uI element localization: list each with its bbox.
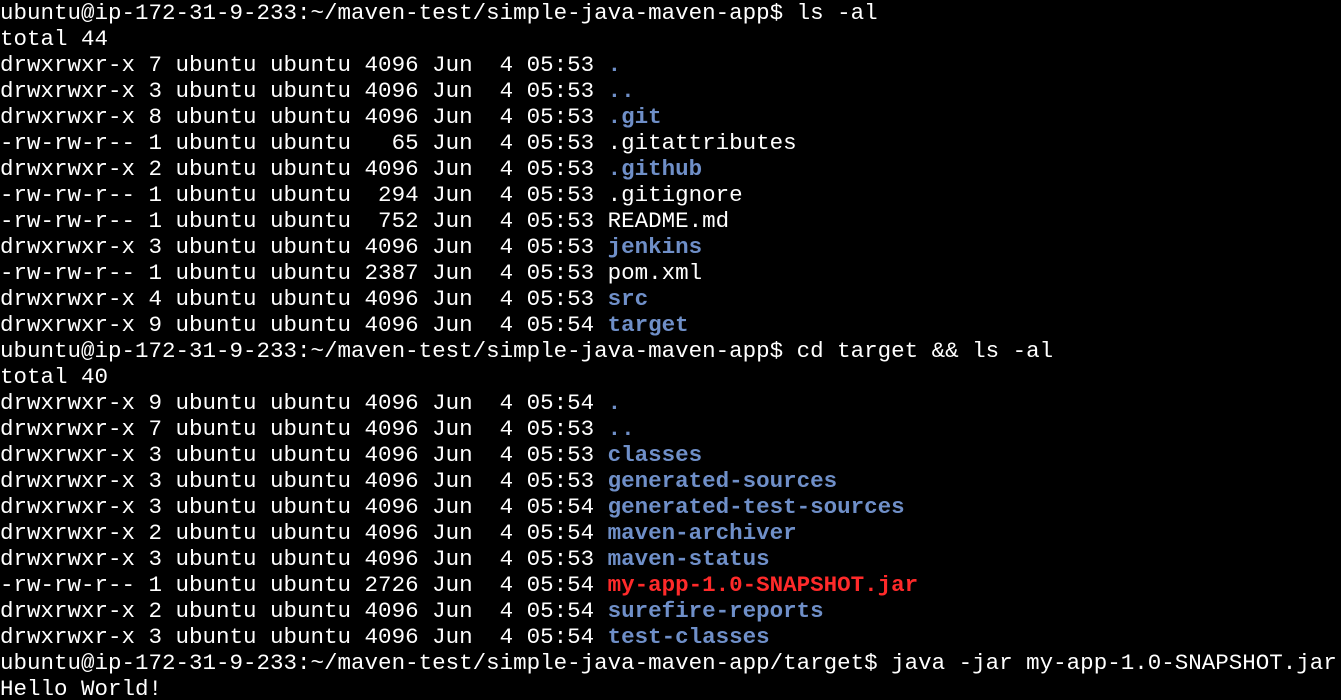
- directory-name: maven-status: [607, 546, 770, 572]
- shell-command: ls -al: [796, 0, 878, 26]
- file-metadata: -rw-rw-r-- 1 ubuntu ubuntu 2726 Jun 4 05…: [0, 572, 608, 598]
- listing-row: drwxrwxr-x 7 ubuntu ubuntu 4096 Jun 4 05…: [0, 52, 1341, 78]
- directory-name: generated-test-sources: [607, 494, 905, 520]
- directory-name: src: [607, 286, 649, 312]
- output-text: total 40: [0, 364, 109, 390]
- directory-name: test-classes: [607, 624, 770, 650]
- file-metadata: drwxrwxr-x 3 ubuntu ubuntu 4096 Jun 4 05…: [0, 234, 608, 260]
- listing-row: drwxrwxr-x 3 ubuntu ubuntu 4096 Jun 4 05…: [0, 494, 1341, 520]
- directory-name: .: [607, 52, 622, 78]
- file-metadata: drwxrwxr-x 9 ubuntu ubuntu 4096 Jun 4 05…: [0, 390, 608, 416]
- file-metadata: -rw-rw-r-- 1 ubuntu ubuntu 752 Jun 4 05:…: [0, 208, 608, 234]
- listing-row: drwxrwxr-x 3 ubuntu ubuntu 4096 Jun 4 05…: [0, 234, 1341, 260]
- shell-prompt: ubuntu@ip-172-31-9-233:~/maven-test/simp…: [0, 650, 892, 676]
- directory-name: .: [607, 390, 622, 416]
- file-metadata: -rw-rw-r-- 1 ubuntu ubuntu 2387 Jun 4 05…: [0, 260, 608, 286]
- listing-row: -rw-rw-r-- 1 ubuntu ubuntu 2726 Jun 4 05…: [0, 572, 1341, 598]
- shell-command: cd target && ls -al: [796, 338, 1054, 364]
- output-line: Hello World!: [0, 676, 1341, 700]
- file-name: README.md: [607, 208, 730, 234]
- terminal-window[interactable]: ubuntu@ip-172-31-9-233:~/maven-test/simp…: [0, 0, 1341, 700]
- listing-row: drwxrwxr-x 7 ubuntu ubuntu 4096 Jun 4 05…: [0, 416, 1341, 442]
- listing-row: drwxrwxr-x 8 ubuntu ubuntu 4096 Jun 4 05…: [0, 104, 1341, 130]
- file-name: .gitignore: [607, 182, 743, 208]
- directory-name: .git: [607, 104, 662, 130]
- directory-name: classes: [607, 442, 703, 468]
- file-metadata: drwxrwxr-x 2 ubuntu ubuntu 4096 Jun 4 05…: [0, 598, 608, 624]
- file-metadata: drwxrwxr-x 7 ubuntu ubuntu 4096 Jun 4 05…: [0, 416, 608, 442]
- output-line: total 40: [0, 364, 1341, 390]
- directory-name: generated-sources: [607, 468, 838, 494]
- file-name: my-app-1.0-SNAPSHOT.jar: [607, 572, 919, 598]
- file-metadata: drwxrwxr-x 8 ubuntu ubuntu 4096 Jun 4 05…: [0, 104, 608, 130]
- file-metadata: drwxrwxr-x 3 ubuntu ubuntu 4096 Jun 4 05…: [0, 78, 608, 104]
- listing-row: drwxrwxr-x 3 ubuntu ubuntu 4096 Jun 4 05…: [0, 546, 1341, 572]
- file-metadata: drwxrwxr-x 3 ubuntu ubuntu 4096 Jun 4 05…: [0, 442, 608, 468]
- directory-name: surefire-reports: [607, 598, 824, 624]
- listing-row: drwxrwxr-x 2 ubuntu ubuntu 4096 Jun 4 05…: [0, 520, 1341, 546]
- prompt-line: ubuntu@ip-172-31-9-233:~/maven-test/simp…: [0, 338, 1341, 364]
- listing-row: -rw-rw-r-- 1 ubuntu ubuntu 65 Jun 4 05:5…: [0, 130, 1341, 156]
- listing-row: drwxrwxr-x 4 ubuntu ubuntu 4096 Jun 4 05…: [0, 286, 1341, 312]
- file-metadata: drwxrwxr-x 3 ubuntu ubuntu 4096 Jun 4 05…: [0, 494, 608, 520]
- shell-command: java -jar my-app-1.0-SNAPSHOT.jar: [891, 650, 1337, 676]
- file-metadata: drwxrwxr-x 3 ubuntu ubuntu 4096 Jun 4 05…: [0, 546, 608, 572]
- directory-name: jenkins: [607, 234, 703, 260]
- file-metadata: -rw-rw-r-- 1 ubuntu ubuntu 294 Jun 4 05:…: [0, 182, 608, 208]
- listing-row: drwxrwxr-x 3 ubuntu ubuntu 4096 Jun 4 05…: [0, 78, 1341, 104]
- listing-row: -rw-rw-r-- 1 ubuntu ubuntu 2387 Jun 4 05…: [0, 260, 1341, 286]
- file-name: pom.xml: [607, 260, 703, 286]
- listing-row: drwxrwxr-x 2 ubuntu ubuntu 4096 Jun 4 05…: [0, 598, 1341, 624]
- directory-name: target: [607, 312, 689, 338]
- file-metadata: drwxrwxr-x 2 ubuntu ubuntu 4096 Jun 4 05…: [0, 156, 608, 182]
- file-metadata: drwxrwxr-x 2 ubuntu ubuntu 4096 Jun 4 05…: [0, 520, 608, 546]
- listing-row: drwxrwxr-x 2 ubuntu ubuntu 4096 Jun 4 05…: [0, 156, 1341, 182]
- file-metadata: drwxrwxr-x 3 ubuntu ubuntu 4096 Jun 4 05…: [0, 624, 608, 650]
- directory-name: ..: [607, 416, 635, 442]
- listing-row: drwxrwxr-x 3 ubuntu ubuntu 4096 Jun 4 05…: [0, 468, 1341, 494]
- file-metadata: drwxrwxr-x 9 ubuntu ubuntu 4096 Jun 4 05…: [0, 312, 608, 338]
- file-metadata: drwxrwxr-x 3 ubuntu ubuntu 4096 Jun 4 05…: [0, 468, 608, 494]
- output-text: total 44: [0, 26, 109, 52]
- listing-row: -rw-rw-r-- 1 ubuntu ubuntu 294 Jun 4 05:…: [0, 182, 1341, 208]
- file-metadata: -rw-rw-r-- 1 ubuntu ubuntu 65 Jun 4 05:5…: [0, 130, 608, 156]
- output-line: total 44: [0, 26, 1341, 52]
- file-name: .gitattributes: [607, 130, 797, 156]
- shell-prompt: ubuntu@ip-172-31-9-233:~/maven-test/simp…: [0, 0, 797, 26]
- prompt-line: ubuntu@ip-172-31-9-233:~/maven-test/simp…: [0, 0, 1341, 26]
- directory-name: ..: [607, 78, 635, 104]
- file-metadata: drwxrwxr-x 7 ubuntu ubuntu 4096 Jun 4 05…: [0, 52, 608, 78]
- listing-row: -rw-rw-r-- 1 ubuntu ubuntu 752 Jun 4 05:…: [0, 208, 1341, 234]
- output-text: Hello World!: [0, 676, 163, 700]
- listing-row: drwxrwxr-x 3 ubuntu ubuntu 4096 Jun 4 05…: [0, 624, 1341, 650]
- file-metadata: drwxrwxr-x 4 ubuntu ubuntu 4096 Jun 4 05…: [0, 286, 608, 312]
- listing-row: drwxrwxr-x 9 ubuntu ubuntu 4096 Jun 4 05…: [0, 312, 1341, 338]
- listing-row: drwxrwxr-x 3 ubuntu ubuntu 4096 Jun 4 05…: [0, 442, 1341, 468]
- directory-name: .github: [607, 156, 703, 182]
- shell-prompt: ubuntu@ip-172-31-9-233:~/maven-test/simp…: [0, 338, 797, 364]
- listing-row: drwxrwxr-x 9 ubuntu ubuntu 4096 Jun 4 05…: [0, 390, 1341, 416]
- prompt-line: ubuntu@ip-172-31-9-233:~/maven-test/simp…: [0, 650, 1341, 676]
- directory-name: maven-archiver: [607, 520, 797, 546]
